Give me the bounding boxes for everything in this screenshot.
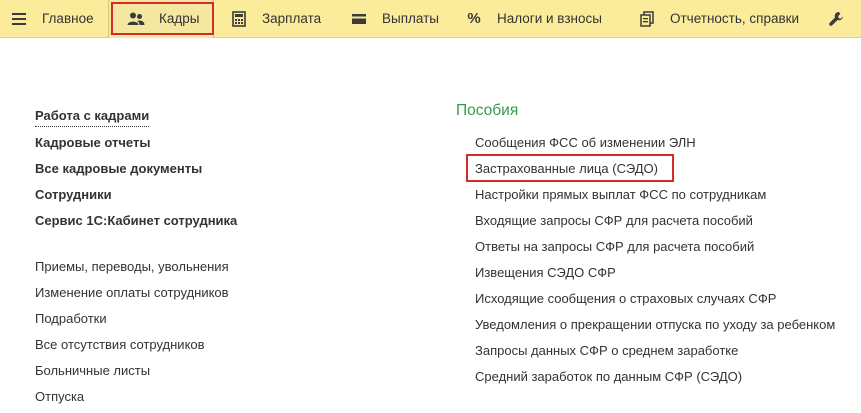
tab-main[interactable]: Главное bbox=[0, 0, 108, 38]
link-sedo-notices[interactable]: Извещения СЭДО СФР bbox=[456, 263, 835, 289]
link-work-with-personnel[interactable]: Работа с кадрами bbox=[35, 106, 150, 127]
tab-salary-label: Зарплата bbox=[262, 11, 322, 26]
tab-kadry[interactable]: Кадры bbox=[108, 0, 214, 38]
kadry-navigation-left: Работа с кадрами Кадровые отчеты Все кад… bbox=[35, 106, 237, 413]
documents-icon bbox=[638, 10, 656, 28]
link-salary-changes[interactable]: Изменение оплаты сотрудников bbox=[35, 283, 237, 309]
link-all-absences[interactable]: Все отсутствия сотрудников bbox=[35, 335, 237, 361]
link-employee-cabinet-service[interactable]: Сервис 1С:Кабинет сотрудника bbox=[35, 211, 237, 237]
link-part-time-jobs[interactable]: Подработки bbox=[35, 309, 237, 335]
hamburger-menu-icon bbox=[10, 10, 28, 28]
wallet-icon bbox=[350, 10, 368, 28]
link-personnel-reports[interactable]: Кадровые отчеты bbox=[35, 133, 237, 159]
link-childcare-leave-termination[interactable]: Уведомления о прекращении отпуска по ухо… bbox=[456, 315, 835, 341]
link-insured-persons-sedo-label: Застрахованные лица (СЭДО) bbox=[475, 161, 658, 176]
people-icon bbox=[127, 10, 145, 28]
benefits-section: Пособия Сообщения ФСС об изменении ЭЛН З… bbox=[456, 100, 835, 393]
link-all-personnel-documents[interactable]: Все кадровые документы bbox=[35, 159, 237, 185]
tab-reports-label: Отчетность, справки bbox=[670, 11, 800, 26]
link-sick-leaves[interactable]: Больничные листы bbox=[35, 361, 237, 387]
link-vacations[interactable]: Отпуска bbox=[35, 387, 237, 413]
link-average-earnings-sedo[interactable]: Средний заработок по данным СФР (СЭДО) bbox=[456, 367, 835, 393]
link-employees[interactable]: Сотрудники bbox=[35, 185, 237, 211]
tab-kadry-label: Кадры bbox=[159, 11, 200, 26]
link-incoming-sfr-requests[interactable]: Входящие запросы СФР для расчета пособий bbox=[456, 211, 835, 237]
link-average-earnings-requests[interactable]: Запросы данных СФР о среднем заработке bbox=[456, 341, 835, 367]
tab-salary[interactable]: Зарплата bbox=[214, 0, 336, 38]
link-sfr-request-answers[interactable]: Ответы на запросы СФР для расчета пособи… bbox=[456, 237, 835, 263]
tab-payments[interactable]: Выплаты bbox=[336, 0, 451, 38]
tab-taxes[interactable]: % Налоги и взносы bbox=[451, 0, 626, 38]
tab-main-label: Главное bbox=[42, 11, 94, 26]
tab-taxes-label: Налоги и взносы bbox=[497, 11, 602, 26]
tab-reports[interactable]: Отчетность, справки bbox=[626, 0, 824, 38]
percent-icon: % bbox=[467, 10, 481, 27]
benefits-title: Пособия bbox=[456, 102, 519, 119]
wrench-icon bbox=[828, 10, 844, 28]
link-direct-payments-settings[interactable]: Настройки прямых выплат ФСС по сотрудник… bbox=[456, 185, 835, 211]
link-insured-persons-sedo[interactable]: Застрахованные лица (СЭДО) bbox=[456, 154, 835, 185]
top-menu-bar: Главное Кадры Зарплата Выплаты % Налоги … bbox=[0, 0, 861, 38]
calculator-icon bbox=[230, 10, 248, 28]
link-hires-transfers-dismissals[interactable]: Приемы, переводы, увольнения bbox=[35, 257, 237, 283]
tab-tools[interactable] bbox=[824, 0, 848, 38]
tab-payments-label: Выплаты bbox=[382, 11, 439, 26]
link-fss-eln-messages[interactable]: Сообщения ФСС об изменении ЭЛН bbox=[456, 133, 835, 159]
link-outgoing-insurance-messages[interactable]: Исходящие сообщения о страховых случаях … bbox=[456, 289, 835, 315]
